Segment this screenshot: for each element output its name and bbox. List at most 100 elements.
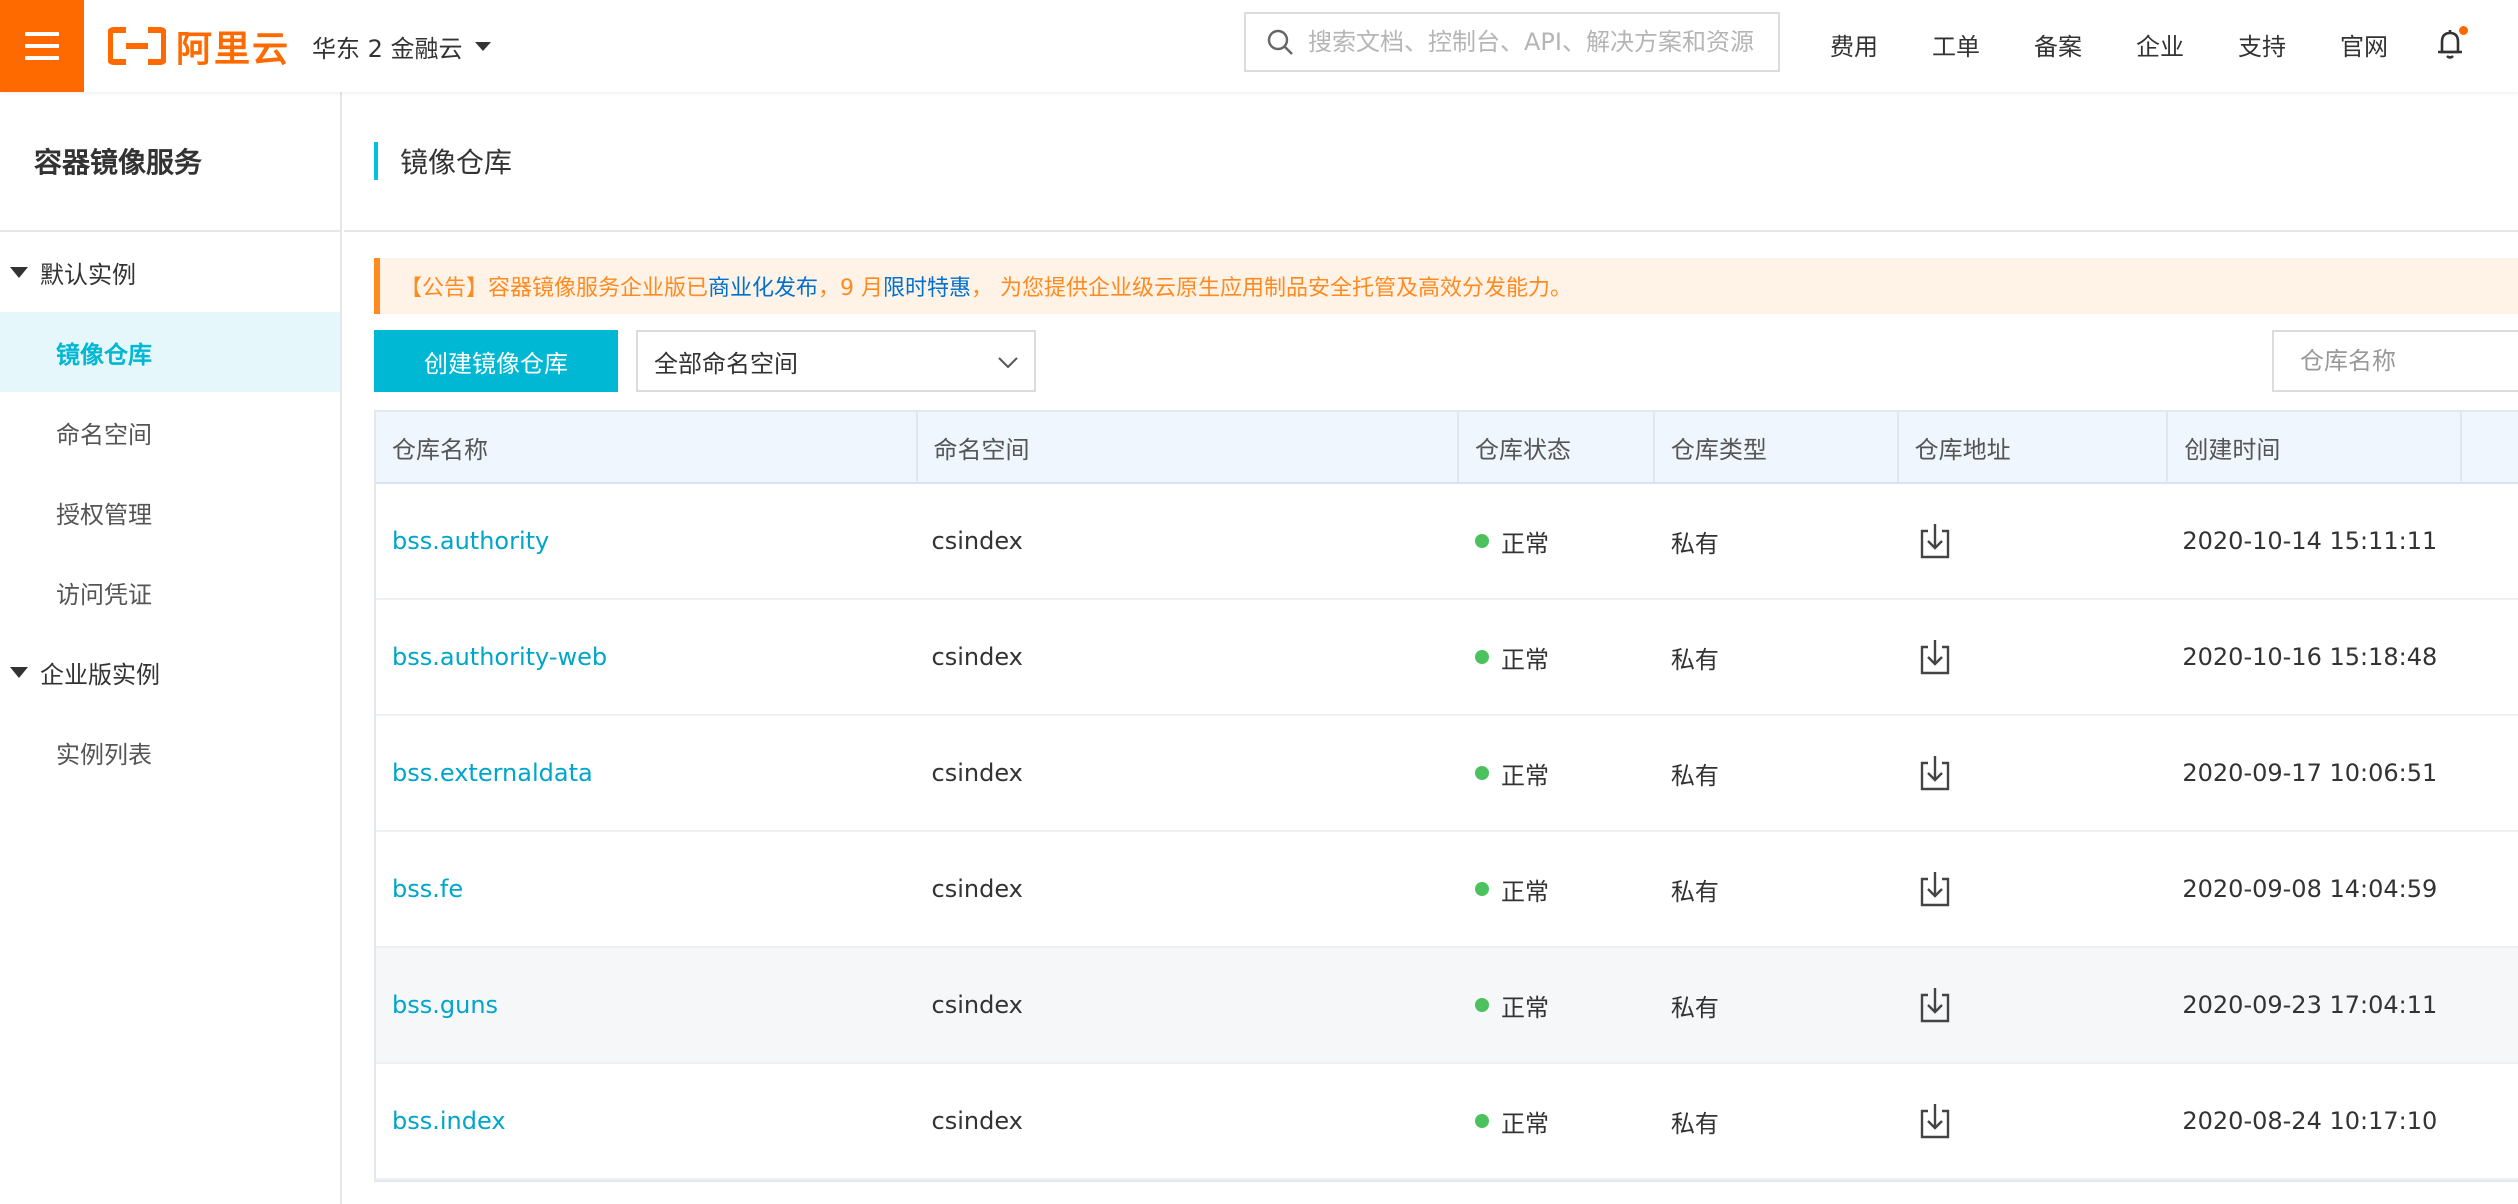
status-dot-icon xyxy=(1475,1114,1489,1128)
table-row: bss.authority-web csindex 正常 私有 2020-10-… xyxy=(376,600,2518,716)
namespace-cell: csindex xyxy=(931,527,1023,555)
repository-name-link[interactable]: bss.externaldata xyxy=(392,759,593,787)
created-time-cell: 2020-09-23 17:04:11 xyxy=(2182,991,2438,1019)
column-header-namespace: 命名空间 xyxy=(918,412,1459,482)
namespace-cell: csindex xyxy=(931,643,1023,671)
sidebar-group-enterprise-instance[interactable]: 企业版实例 xyxy=(0,632,340,712)
status-dot-icon xyxy=(1475,650,1489,664)
table-row: bss.authority csindex 正常 私有 2020-10-14 1… xyxy=(376,484,2518,600)
sidebar-item-instance-list[interactable]: 实例列表 xyxy=(0,712,340,792)
download-icon[interactable] xyxy=(1915,1101,1955,1141)
notification-button[interactable] xyxy=(2430,24,2470,64)
title-accent-bar xyxy=(374,142,378,180)
type-cell: 私有 xyxy=(1670,529,1719,558)
repository-name-link[interactable]: bss.index xyxy=(392,1107,506,1135)
toolbar: 创建镜像仓库 全部命名空间 xyxy=(374,330,2518,394)
table-row: bss.index csindex 正常 私有 2020-08-24 10:17… xyxy=(376,1064,2518,1180)
nav-tickets[interactable]: 工单 xyxy=(1932,27,1980,62)
logo-text: 阿里云 xyxy=(176,29,291,70)
actions-cell xyxy=(2462,600,2518,714)
status-text: 正常 xyxy=(1501,645,1549,674)
aliyun-logo[interactable]: 阿里云 xyxy=(108,22,290,70)
actions-cell xyxy=(2462,832,2518,946)
triangle-down-icon xyxy=(10,666,28,678)
download-icon[interactable] xyxy=(1915,637,1955,677)
namespace-cell: csindex xyxy=(931,875,1023,903)
aliyun-logo-icon xyxy=(108,27,166,65)
page-header: 镜像仓库 xyxy=(344,92,2518,232)
namespace-select[interactable]: 全部命名空间 xyxy=(636,330,1036,392)
type-cell: 私有 xyxy=(1670,761,1719,790)
column-header-actions xyxy=(2462,412,2518,482)
created-time-cell: 2020-08-24 10:17:10 xyxy=(2182,1107,2438,1135)
announcement-banner: 【公告】容器镜像服务企业版已 商业化发布 ，9 月限时特惠， 为您提供企业级云原生应… xyxy=(374,258,2518,314)
sidebar-item-repositories[interactable]: 镜像仓库 xyxy=(0,312,340,392)
download-icon[interactable] xyxy=(1915,985,1955,1025)
global-search-input[interactable] xyxy=(1308,28,1778,56)
column-header-status: 仓库状态 xyxy=(1459,412,1655,482)
create-repository-button[interactable]: 创建镜像仓库 xyxy=(374,330,618,392)
global-search[interactable] xyxy=(1244,12,1780,72)
type-cell: 私有 xyxy=(1670,877,1719,906)
created-time-cell: 2020-09-08 14:04:59 xyxy=(2182,875,2438,903)
namespace-cell: csindex xyxy=(931,759,1023,787)
status-dot-icon xyxy=(1475,998,1489,1012)
top-bar: 阿里云 华东 2 金融云 费用 工单 备案 企业 支持 官网 xyxy=(0,0,2518,92)
sidebar: 容器镜像服务 默认实例 镜像仓库 命名空间 授权管理 访问凭证 企业版实例 实例… xyxy=(0,92,342,1204)
sidebar-item-authorization[interactable]: 授权管理 xyxy=(0,472,340,552)
notification-dot xyxy=(2459,26,2468,35)
status-dot-icon xyxy=(1475,534,1489,548)
table-row: bss.externaldata csindex 正常 私有 2020-09-1… xyxy=(376,716,2518,832)
created-time-cell: 2020-09-17 10:06:51 xyxy=(2182,759,2438,787)
actions-cell xyxy=(2462,716,2518,830)
hamburger-icon xyxy=(25,32,59,60)
nav-fees[interactable]: 费用 xyxy=(1830,27,1878,62)
status-dot-icon xyxy=(1475,882,1489,896)
column-header-address: 仓库地址 xyxy=(1899,412,2169,482)
notice-link-limited-offer[interactable]: 限时特惠 xyxy=(883,270,971,302)
repository-name-link[interactable]: bss.authority-web xyxy=(392,643,607,671)
table-row: bss.fe csindex 正常 私有 2020-09-08 14:04:59 xyxy=(376,832,2518,948)
sidebar-item-namespaces[interactable]: 命名空间 xyxy=(0,392,340,472)
nav-enterprise[interactable]: 企业 xyxy=(2136,27,2184,62)
sidebar-group-default-instance[interactable]: 默认实例 xyxy=(0,232,340,312)
status-dot-icon xyxy=(1475,766,1489,780)
status-text: 正常 xyxy=(1501,993,1549,1022)
table-header: 仓库名称 命名空间 仓库状态 仓库类型 仓库地址 创建时间 xyxy=(376,412,2518,484)
column-header-created: 创建时间 xyxy=(2168,412,2463,482)
download-icon[interactable] xyxy=(1915,869,1955,909)
actions-cell xyxy=(2462,1064,2518,1178)
main-content: 镜像仓库 【公告】容器镜像服务企业版已 商业化发布 ，9 月限时特惠， 为您提供企业… xyxy=(344,92,2518,1204)
nav-official-site[interactable]: 官网 xyxy=(2340,27,2388,62)
repository-name-link[interactable]: bss.authority xyxy=(392,527,549,555)
type-cell: 私有 xyxy=(1670,645,1719,674)
created-time-cell: 2020-10-16 15:18:48 xyxy=(2182,643,2438,671)
repository-table: 仓库名称 命名空间 仓库状态 仓库类型 仓库地址 创建时间 bss.author… xyxy=(374,410,2518,1182)
status-text: 正常 xyxy=(1501,529,1549,558)
page-title: 镜像仓库 xyxy=(400,146,513,179)
notice-link-commercial-release[interactable]: 商业化发布 xyxy=(708,270,818,302)
search-icon xyxy=(1267,29,1293,55)
repository-name-link[interactable]: bss.fe xyxy=(392,875,463,903)
menu-button[interactable] xyxy=(0,0,84,92)
status-text: 正常 xyxy=(1501,761,1549,790)
status-text: 正常 xyxy=(1501,877,1549,906)
repository-name-search-input[interactable] xyxy=(2272,330,2518,392)
notice-suffix: ， 为您提供企业级云原生应用制品安全托管及高效分发能力。 xyxy=(971,276,1573,301)
nav-icp[interactable]: 备案 xyxy=(2034,27,2082,62)
region-label: 华东 2 金融云 xyxy=(312,34,463,63)
created-time-cell: 2020-10-14 15:11:11 xyxy=(2182,527,2438,555)
notice-middle: ，9 月 xyxy=(818,276,884,301)
chevron-down-icon xyxy=(998,357,1018,369)
download-icon[interactable] xyxy=(1915,521,1955,561)
notice-prefix: 【公告】容器镜像服务企业版已 xyxy=(400,276,709,301)
repository-name-link[interactable]: bss.guns xyxy=(392,991,498,1019)
sidebar-item-access-credentials[interactable]: 访问凭证 xyxy=(0,552,340,632)
type-cell: 私有 xyxy=(1670,1109,1719,1138)
download-icon[interactable] xyxy=(1915,753,1955,793)
sidebar-group-label: 默认实例 xyxy=(40,260,136,289)
column-header-name: 仓库名称 xyxy=(376,412,918,482)
status-text: 正常 xyxy=(1501,1109,1549,1138)
nav-support[interactable]: 支持 xyxy=(2238,27,2286,62)
region-selector[interactable]: 华东 2 金融云 xyxy=(312,26,491,66)
